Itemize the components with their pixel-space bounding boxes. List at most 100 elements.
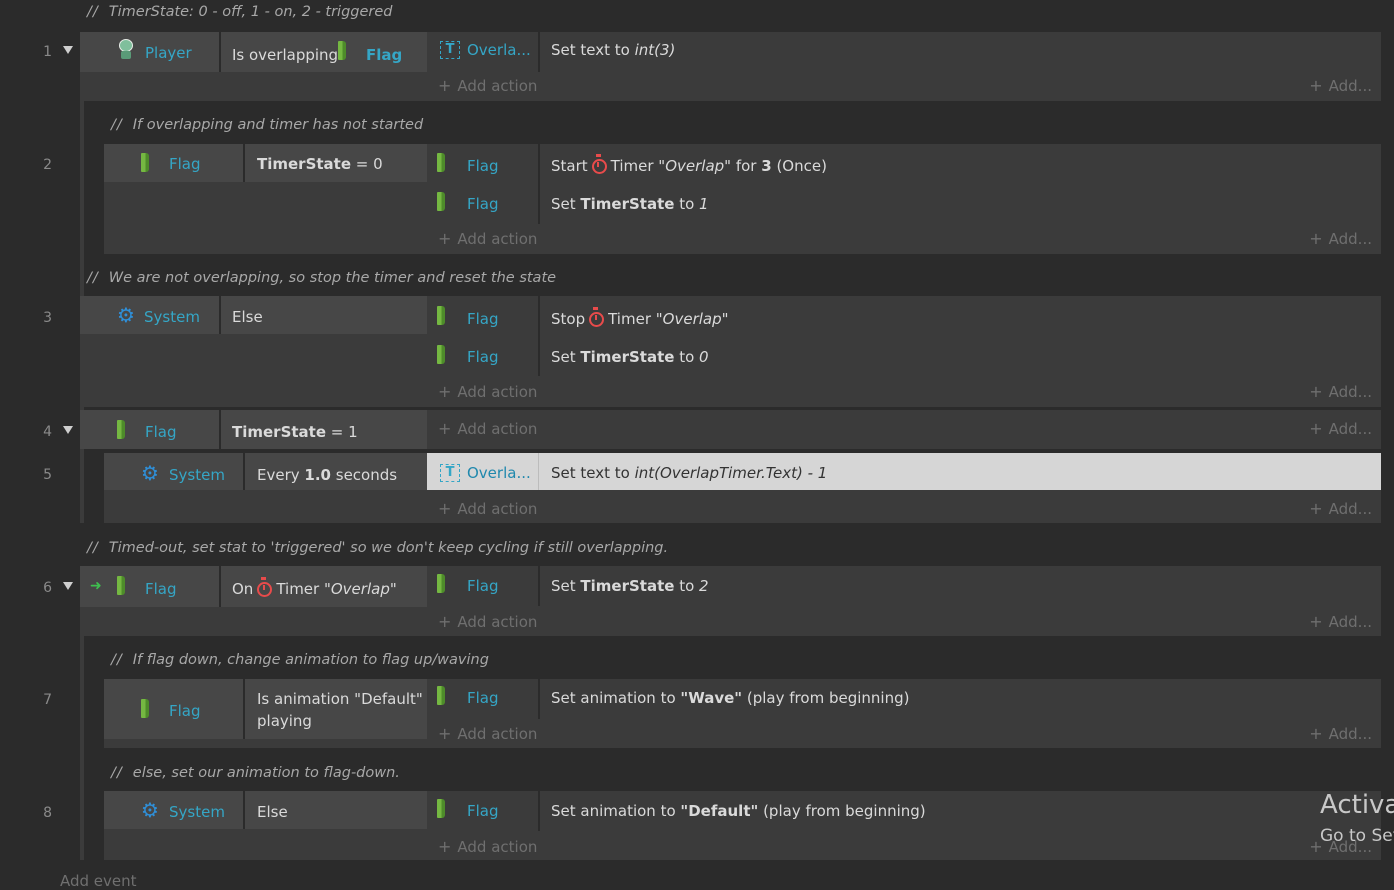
action-set-timerstate[interactable]: Set TimerState to 2 — [551, 577, 709, 595]
condition-else: Else — [232, 308, 263, 326]
event-7-condition[interactable] — [104, 679, 427, 739]
flag-icon — [141, 699, 149, 718]
condition-object-flag: Flag — [169, 155, 201, 173]
activation-watermark-title: Activat — [1320, 790, 1394, 820]
condition-compare-var: TimerState = 0 — [257, 155, 383, 173]
action-set-animation-wave[interactable]: Set animation to "Wave" (play from begin… — [551, 689, 909, 707]
divider — [538, 32, 540, 72]
flag-icon — [437, 192, 445, 211]
add-more-button[interactable]: + Add... — [1300, 419, 1372, 438]
condition-object-system: System — [144, 308, 200, 326]
flag-icon — [437, 686, 445, 705]
divider — [243, 144, 245, 182]
condition-is-animation-line2: playing — [257, 712, 312, 730]
gear-icon: ⚙ — [141, 798, 159, 822]
action-set-text[interactable]: Set text to int(3) — [551, 41, 675, 59]
text-object-icon: T — [440, 40, 460, 59]
condition-param-flag: Flag — [366, 46, 403, 64]
add-action-button[interactable]: + Add action — [438, 499, 537, 518]
action-object-flag[interactable]: Flag — [467, 157, 499, 175]
timer-icon — [589, 307, 605, 327]
subevent-indent-bar — [80, 636, 84, 860]
action-object-flag[interactable]: Flag — [467, 195, 499, 213]
add-more-button[interactable]: + Add... — [1300, 724, 1372, 743]
condition-object-flag: Flag — [145, 423, 177, 441]
player-icon — [118, 39, 134, 59]
condition-object-system: System — [169, 803, 225, 821]
text-object-icon: T — [440, 463, 460, 482]
action-set-animation-default[interactable]: Set animation to "Default" (play from be… — [551, 802, 926, 820]
activation-watermark-subtitle: Go to Set — [1320, 826, 1394, 846]
line-number-1: 1 — [43, 44, 52, 60]
add-action-button[interactable]: + Add action — [438, 76, 537, 95]
action-stop-timer[interactable]: Stop Timer "Overlap" — [551, 307, 729, 328]
action-start-timer[interactable]: Start Timer "Overlap" for 3 (Once) — [551, 154, 827, 175]
condition-empty-area — [104, 184, 427, 254]
timer-icon — [257, 577, 273, 597]
add-action-button[interactable]: + Add action — [438, 419, 537, 438]
divider — [538, 144, 540, 224]
divider — [219, 566, 221, 607]
comment-not-overlapping[interactable]: //We are not overlapping, so stop the ti… — [87, 270, 556, 286]
divider — [538, 296, 540, 376]
line-number-3: 3 — [43, 310, 52, 326]
line-number-7: 7 — [43, 692, 52, 708]
condition-object-system: System — [169, 466, 225, 484]
flag-icon — [117, 576, 125, 595]
line-number-8: 8 — [43, 805, 52, 821]
flag-icon — [338, 41, 346, 60]
add-action-button[interactable]: + Add action — [438, 229, 537, 248]
add-action-button[interactable]: + Add action — [438, 724, 537, 743]
comment-timerstate[interactable]: //TimerState: 0 - off, 1 - on, 2 - trigg… — [87, 4, 393, 20]
action-object-overlaptimer[interactable]: Overla... — [467, 41, 531, 59]
selected-action-row[interactable]: T Overla... Set text to int(OverlapTimer… — [427, 453, 1381, 490]
action-object-overlaptimer[interactable]: Overla... — [467, 464, 531, 482]
condition-object-player: Player — [145, 44, 192, 62]
add-action-button[interactable]: + Add action — [438, 612, 537, 631]
condition-else: Else — [257, 803, 288, 821]
line-number-5: 5 — [43, 467, 52, 483]
action-object-flag[interactable]: Flag — [467, 348, 499, 366]
comment-if-flag-down[interactable]: //If flag down, change animation to flag… — [111, 652, 489, 668]
flag-icon — [437, 345, 445, 364]
condition-object-flag: Flag — [145, 580, 177, 598]
line-number-6: 6 — [43, 580, 52, 596]
collapse-triangle-icon[interactable] — [63, 46, 73, 54]
comment-timed-out[interactable]: //Timed-out, set stat to 'triggered' so … — [87, 540, 668, 556]
action-object-flag[interactable]: Flag — [467, 577, 499, 595]
flag-icon — [437, 153, 445, 172]
gear-icon: ⚙ — [141, 461, 159, 485]
flag-icon — [437, 306, 445, 325]
condition-text: Is overlapping — [232, 46, 339, 64]
condition-object-flag: Flag — [169, 702, 201, 720]
flag-icon — [437, 799, 445, 818]
collapse-triangle-icon[interactable] — [63, 426, 73, 434]
divider — [243, 453, 245, 490]
comment-if-overlapping[interactable]: //If overlapping and timer has not start… — [111, 117, 423, 133]
action-object-flag[interactable]: Flag — [467, 310, 499, 328]
add-action-button[interactable]: + Add action — [438, 382, 537, 401]
flag-icon — [117, 420, 125, 439]
add-more-button[interactable]: + Add... — [1300, 612, 1372, 631]
add-more-button[interactable]: + Add... — [1300, 382, 1372, 401]
divider — [243, 791, 245, 829]
trigger-arrow-icon: ➜ — [90, 578, 102, 594]
add-action-button[interactable]: + Add action — [438, 837, 537, 856]
divider — [538, 453, 539, 490]
action-object-flag[interactable]: Flag — [467, 689, 499, 707]
condition-on-timer: On Timer "Overlap" — [232, 577, 397, 598]
comment-else-flag-down[interactable]: //else, set our animation to flag-down. — [111, 765, 400, 781]
condition-compare-var: TimerState = 1 — [232, 423, 358, 441]
add-more-button[interactable]: + Add... — [1300, 499, 1372, 518]
add-more-button[interactable]: + Add... — [1300, 76, 1372, 95]
action-object-flag[interactable]: Flag — [467, 802, 499, 820]
action-set-text[interactable]: Set text to int(OverlapTimer.Text) - 1 — [551, 464, 827, 482]
collapse-triangle-icon[interactable] — [63, 582, 73, 590]
add-more-button[interactable]: + Add... — [1300, 229, 1372, 248]
timer-icon — [591, 154, 607, 174]
action-set-timerstate[interactable]: Set TimerState to 1 — [551, 195, 709, 213]
add-event-button[interactable]: Add event — [60, 872, 137, 890]
divider — [219, 410, 221, 449]
action-set-timerstate[interactable]: Set TimerState to 0 — [551, 348, 709, 366]
line-number-2: 2 — [43, 157, 52, 173]
